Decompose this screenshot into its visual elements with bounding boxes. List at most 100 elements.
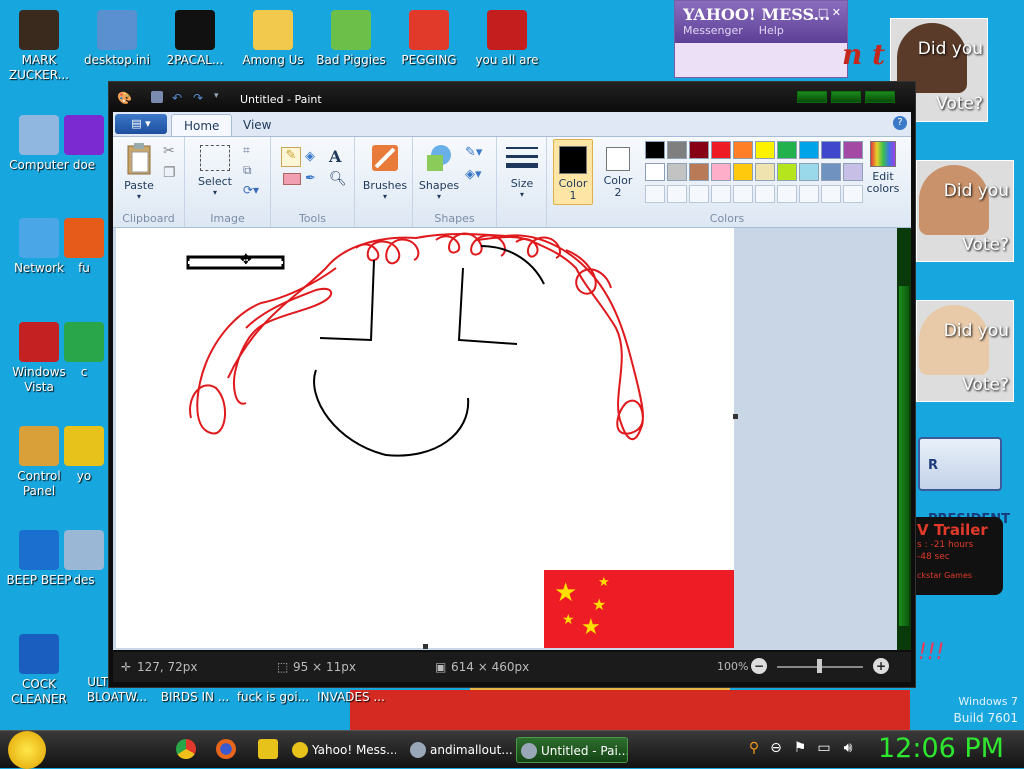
desktop-icon-mark[interactable]: MARK ZUCKER... (0, 10, 78, 83)
explorer-icon[interactable] (258, 739, 278, 759)
volume-icon[interactable]: 🔊︎ (840, 740, 856, 756)
network-icon[interactable]: ▭ (816, 740, 832, 756)
palette-custom-swatch[interactable] (667, 185, 687, 203)
clock[interactable]: 12:06 PM (878, 733, 1004, 764)
file-menu-button[interactable]: ▤ ▾ (115, 114, 167, 134)
brushes-button[interactable]: Brushes ▾ (361, 141, 409, 201)
cut-icon[interactable]: ✂ (163, 143, 175, 159)
desktop-icon-desktop-ini[interactable]: desktop.ini (78, 10, 156, 68)
desktop-icon-des[interactable]: des (62, 530, 106, 588)
palette-custom-swatch[interactable] (821, 185, 841, 203)
taskbar-andimall[interactable]: andimallout... (406, 737, 514, 763)
palette-swatch[interactable] (733, 163, 753, 181)
palette-swatch[interactable] (689, 163, 709, 181)
resize-icon[interactable]: ⧉ (243, 163, 252, 178)
palette-swatch[interactable] (799, 141, 819, 159)
palette-swatch[interactable] (821, 163, 841, 181)
desktop-icon-doe[interactable]: doe (62, 115, 106, 173)
palette-swatch[interactable] (777, 163, 797, 181)
minus-icon[interactable]: ⊖ (768, 740, 784, 756)
taskbar-paint[interactable]: Untitled - Pai... (516, 737, 628, 763)
scrollbar-thumb[interactable] (899, 286, 909, 626)
quick-access-dropdown-icon[interactable]: ▾ (214, 91, 228, 105)
yahoo-window-controls[interactable]: _ □ ✕ (809, 6, 841, 19)
palette-swatch[interactable] (799, 163, 819, 181)
palette-swatch[interactable] (733, 141, 753, 159)
palette-swatch[interactable] (645, 163, 665, 181)
search-icon[interactable]: ⚲ (746, 740, 762, 756)
help-icon[interactable]: ? (893, 116, 907, 130)
desktop-icon-devcpp[interactable]: you all are (468, 10, 546, 68)
close-button[interactable] (865, 91, 895, 103)
palette-swatch[interactable] (755, 141, 775, 159)
edit-colors-button[interactable]: Edit colors (863, 141, 903, 195)
palette-swatch[interactable] (755, 163, 775, 181)
flag-icon[interactable]: ⚑ (792, 740, 808, 756)
save-icon[interactable] (151, 91, 163, 103)
tab-home[interactable]: Home (171, 114, 233, 136)
palette-custom-swatch[interactable] (843, 185, 863, 203)
palette-swatch[interactable] (777, 141, 797, 159)
chrome-icon[interactable] (176, 739, 196, 759)
magnifier-icon[interactable]: 🔍︎ (329, 171, 347, 187)
drawing-canvas[interactable]: ✥ ★ ★ ★ ★ ★ (116, 228, 734, 648)
desktop-icon-c[interactable]: c (62, 322, 106, 380)
minimize-button[interactable] (797, 91, 827, 103)
desktop-icon-cock-cleaner[interactable]: COCK CLEANER (0, 634, 78, 707)
paint-window[interactable]: 🎨 ↶ ↷ ▾ Untitled - Paint ▤ ▾ Home View ?… (108, 81, 916, 688)
shapes-button[interactable]: Shapes ▾ (417, 141, 461, 201)
palette-custom-swatch[interactable] (777, 185, 797, 203)
desktop-icon-among-us[interactable]: Among Us (234, 10, 312, 68)
desktop-icon-bad-piggies[interactable]: Bad Piggies (312, 10, 390, 68)
palette-swatch[interactable] (667, 163, 687, 181)
desktop-icon-yo[interactable]: yo (62, 426, 106, 484)
paint-app-icon[interactable]: 🎨 (117, 91, 132, 105)
select-button[interactable]: Select ▾ (195, 145, 235, 197)
palette-swatch[interactable] (843, 163, 863, 181)
redo-icon[interactable]: ↷ (193, 91, 207, 105)
desktop-icon-fu[interactable]: fu (62, 218, 106, 276)
palette-custom-swatch[interactable] (799, 185, 819, 203)
fill-style-icon[interactable]: ◈▾ (465, 167, 482, 182)
paint-titlebar[interactable]: 🎨 ↶ ↷ ▾ Untitled - Paint (109, 82, 915, 112)
palette-custom-swatch[interactable] (755, 185, 775, 203)
palette-custom-swatch[interactable] (711, 185, 731, 203)
yahoo-messenger-window[interactable]: YAHOO! MESS... Messenger Help _ □ ✕ (674, 0, 848, 78)
yahoo-menu-messenger[interactable]: Messenger (683, 24, 743, 37)
crop-icon[interactable]: ⌗ (243, 143, 250, 158)
tab-view[interactable]: View (231, 114, 283, 136)
palette-swatch[interactable] (711, 141, 731, 159)
palette-swatch[interactable] (667, 141, 687, 159)
paste-button[interactable]: Paste ▾ (119, 141, 159, 201)
copy-icon[interactable]: ❐ (163, 165, 176, 181)
zoom-slider-thumb[interactable] (817, 659, 822, 673)
size-button[interactable]: Size ▾ (505, 145, 539, 199)
palette-custom-swatch[interactable] (689, 185, 709, 203)
desktop-icon-2pacal[interactable]: 2PACAL... (156, 10, 234, 68)
eraser-icon[interactable] (283, 173, 301, 185)
outline-icon[interactable]: ✎▾ (465, 145, 482, 160)
vertical-scrollbar[interactable] (897, 228, 911, 650)
pencil-icon[interactable]: ✎ (281, 147, 301, 167)
palette-swatch[interactable] (645, 141, 665, 159)
text-icon[interactable]: A (329, 147, 341, 166)
palette-custom-swatch[interactable] (733, 185, 753, 203)
color-picker-icon[interactable]: ✒ (305, 171, 316, 186)
palette-swatch[interactable] (821, 141, 841, 159)
palette-custom-swatch[interactable] (645, 185, 665, 203)
undo-icon[interactable]: ↶ (172, 91, 186, 105)
zoom-in-button[interactable]: + (873, 658, 889, 674)
color1-button[interactable]: Color 1 (553, 139, 593, 205)
zoom-out-button[interactable]: − (751, 658, 767, 674)
canvas-area[interactable]: ✥ ★ ★ ★ ★ ★ (113, 228, 897, 650)
start-button[interactable] (8, 731, 46, 769)
palette-swatch[interactable] (711, 163, 731, 181)
fill-icon[interactable]: ◈ (305, 149, 315, 164)
taskbar-yahoo[interactable]: Yahoo! Mess... (288, 737, 396, 763)
rotate-icon[interactable]: ⟳▾ (243, 183, 259, 197)
resize-handle-bottom[interactable] (423, 644, 428, 649)
resize-handle-right[interactable] (733, 414, 738, 419)
maximize-button[interactable] (831, 91, 861, 103)
firefox-icon[interactable] (216, 739, 236, 759)
desktop-icon-pegging[interactable]: PEGGING (390, 10, 468, 68)
